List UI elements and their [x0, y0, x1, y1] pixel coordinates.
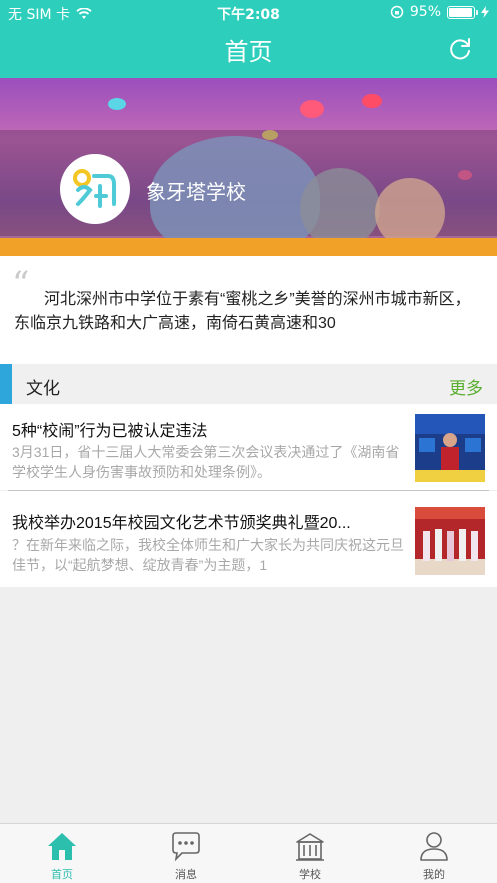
- tab-label: 我的: [423, 868, 445, 881]
- school-logo-icon: [73, 169, 116, 208]
- list-item[interactable]: 5种“校闹”行为已被认定违法 3月31日，省十三届人大常委会第三次会议表决通过了…: [0, 404, 497, 490]
- confetti-decoration: [108, 98, 126, 110]
- section-title: 文化: [26, 379, 60, 399]
- article-title: 我校举办2015年校园文化艺术节颁奖典礼暨20...: [12, 515, 351, 532]
- article-summary: ？在新年来临之际，我校全体师生和广大家长为共同庆祝这元旦佳节，以“起航梦想、绽放…: [12, 537, 404, 573]
- list-item[interactable]: 我校举办2015年校园文化艺术节颁奖典礼暨20... ？在新年来临之际，我校全体…: [0, 491, 497, 587]
- tab-label: 首页: [51, 868, 73, 881]
- battery-percent: 95%: [409, 4, 441, 20]
- article-summary: 3月31日，省十三届人大常委会第三次会议表决通过了《湖南省学校学生人身伤害事故预…: [12, 444, 400, 480]
- tab-label: 消息: [175, 868, 197, 881]
- page-title: 首页: [224, 38, 273, 66]
- heart-decoration: [300, 100, 324, 118]
- more-link[interactable]: 更多: [449, 374, 483, 399]
- section-accent-bar: [0, 364, 12, 404]
- school-intro[interactable]: “ 河北深州市中学位于素有“蜜桃之乡”美誉的深州市城市新区，东临京九铁路和大广高…: [0, 256, 497, 364]
- message-icon: [172, 832, 200, 862]
- cat-illustration: [300, 168, 380, 248]
- charging-icon: [481, 6, 489, 18]
- profile-icon: [420, 832, 448, 861]
- school-icon: [296, 833, 324, 861]
- battery-icon: [447, 5, 478, 19]
- article-title: 5种“校闹”行为已被认定违法: [12, 423, 208, 440]
- heart-decoration: [362, 94, 382, 108]
- orientation-lock-icon: [390, 5, 404, 19]
- status-bar: 无 SIM 卡 下午2:08 95%: [0, 0, 497, 24]
- article-thumbnail: [415, 414, 485, 482]
- tab-home[interactable]: 首页: [0, 824, 124, 883]
- intro-text: 河北深州市中学位于素有“蜜桃之乡”美誉的深州市城市新区，东临京九铁路和大广高速，…: [14, 291, 471, 332]
- culture-section-header: 文化 更多: [0, 364, 497, 404]
- tab-label: 学校: [299, 868, 321, 881]
- top-bar: 无 SIM 卡 下午2:08 95% 首页: [0, 0, 497, 78]
- home-icon: [48, 833, 76, 860]
- refresh-icon[interactable]: [447, 36, 473, 62]
- school-logo: [60, 154, 130, 224]
- tab-messages[interactable]: 消息: [124, 824, 248, 883]
- article-thumbnail: [415, 507, 485, 575]
- school-name: 象牙塔学校: [146, 182, 246, 204]
- tab-bar: 首页 消息 学校 我的: [0, 823, 497, 883]
- tab-profile[interactable]: 我的: [372, 824, 496, 883]
- tab-school[interactable]: 学校: [248, 824, 372, 883]
